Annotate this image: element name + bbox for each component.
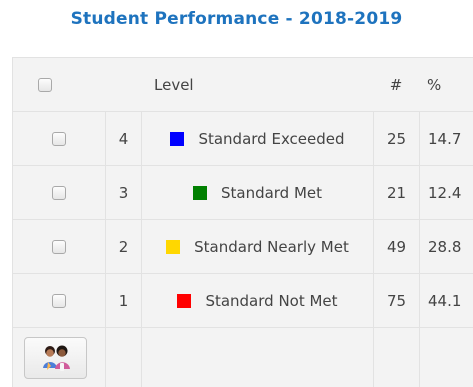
page-title: Student Performance - 2018-2019	[70, 9, 403, 29]
footer-empty-cell	[105, 328, 141, 387]
student-performance-page: Student Performance - 2018-2019 Level # …	[0, 0, 473, 387]
row-checkbox[interactable]	[52, 185, 66, 200]
level-cell: Standard Met	[141, 166, 373, 219]
level-label: Standard Met	[220, 183, 323, 202]
student-percent: 14.7	[419, 112, 473, 165]
level-cell: Standard Not Met	[141, 274, 373, 327]
row-checkbox[interactable]	[52, 293, 66, 308]
level-header: Level	[154, 75, 194, 94]
student-count: 49	[373, 220, 419, 273]
select-all-checkbox[interactable]	[38, 77, 52, 92]
table-row: 3 Standard Met 21 12.4	[13, 166, 473, 220]
level-label: Standard Not Met	[205, 291, 338, 310]
row-checkbox-cell	[13, 166, 105, 219]
row-checkbox[interactable]	[52, 131, 66, 146]
percent-header: %	[427, 75, 442, 94]
count-header: #	[389, 75, 403, 94]
level-cell: Standard Exceeded	[141, 112, 373, 165]
footer-empty-cell	[373, 328, 419, 387]
level-number: 1	[105, 274, 141, 327]
level-number: 4	[105, 112, 141, 165]
table-row: 4 Standard Exceeded 25 14.7	[13, 112, 473, 166]
level-label: Standard Nearly Met	[194, 237, 349, 256]
level-color-swatch	[177, 293, 192, 308]
level-color-swatch	[192, 185, 207, 200]
performance-table: Level # % 4 Standard Exceeded 25 14.7 3 …	[12, 57, 473, 387]
footer-empty-cell	[419, 328, 473, 387]
student-group-button[interactable]	[24, 337, 87, 379]
table-header-row: Level # %	[13, 58, 473, 112]
row-checkbox-cell	[13, 220, 105, 273]
student-count: 75	[373, 274, 419, 327]
level-number: 3	[105, 166, 141, 219]
row-checkbox-cell	[13, 112, 105, 165]
level-label: Standard Exceeded	[198, 129, 345, 148]
header-checkbox-cell	[13, 58, 141, 111]
footer-empty-cell	[141, 328, 373, 387]
level-color-swatch	[170, 131, 185, 146]
footer-button-cell	[13, 328, 105, 387]
level-number: 2	[105, 220, 141, 273]
students-icon	[42, 345, 70, 371]
student-percent: 28.8	[419, 220, 473, 273]
student-percent: 12.4	[419, 166, 473, 219]
level-color-swatch	[166, 239, 181, 254]
student-count: 25	[373, 112, 419, 165]
table-row: 2 Standard Nearly Met 49 28.8	[13, 220, 473, 274]
student-percent: 44.1	[419, 274, 473, 327]
table-footer-row	[13, 328, 473, 387]
row-checkbox-cell	[13, 274, 105, 327]
level-cell: Standard Nearly Met	[141, 220, 373, 273]
row-checkbox[interactable]	[52, 239, 66, 254]
table-row: 1 Standard Not Met 75 44.1	[13, 274, 473, 328]
student-count: 21	[373, 166, 419, 219]
